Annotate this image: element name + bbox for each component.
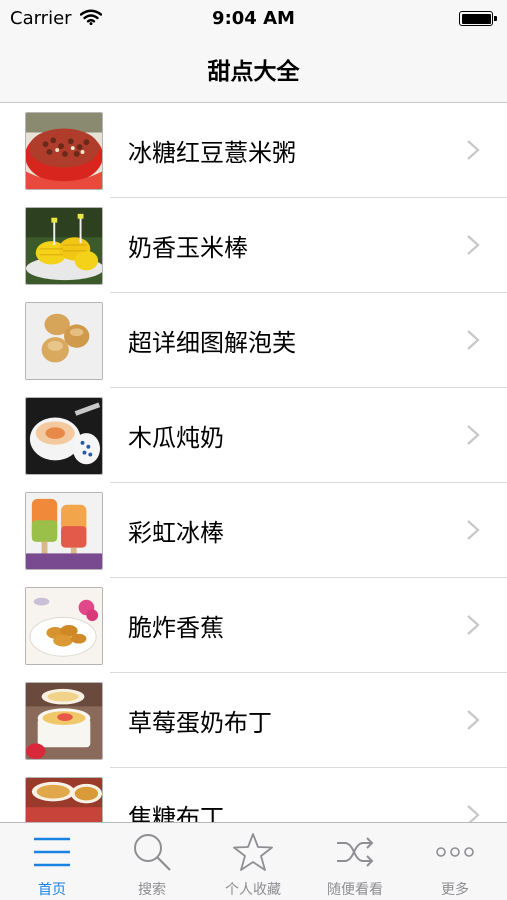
list-item[interactable]: 奶香玉米棒 [0,198,507,293]
tab-label: 更多 [441,882,469,898]
item-label: 草莓蛋奶布丁 [128,709,272,737]
red-bean-porridge-photo [25,112,103,190]
list-item[interactable]: 草莓蛋奶布丁 [0,673,507,768]
clock: 9:04 AM [212,8,295,29]
chevron-right-icon [467,805,480,822]
recipe-list[interactable]: 冰糖红豆薏米粥 奶香玉米棒 超详细图解泡芙 木瓜炖奶 彩虹冰棒 脆炸香蕉 草莓蛋… [0,103,507,822]
shuffle-icon [337,837,374,867]
item-label: 奶香玉米棒 [128,234,248,262]
tab-more[interactable]: 更多 [405,823,505,900]
cream-puff-photo [25,302,103,380]
item-label: 木瓜炖奶 [128,424,224,452]
fried-banana-photo [25,587,103,665]
list-item[interactable]: 脆炸香蕉 [0,578,507,673]
tab-bar: 首页 搜索 个人收藏 随便看看 更多 [0,822,507,900]
corn-cob-photo [25,207,103,285]
item-label: 焦糖布丁 [128,804,224,822]
navigation-bar: 甜点大全 [0,38,507,103]
list-item[interactable]: 超详细图解泡芙 [0,293,507,388]
caramel-pudding-photo [25,777,103,822]
item-label: 超详细图解泡芙 [128,329,296,357]
item-label: 脆炸香蕉 [128,614,224,642]
chevron-right-icon [467,330,480,350]
status-bar: Carrier 9:04 AM [0,0,507,38]
tab-label: 首页 [38,882,66,898]
battery-icon [459,11,497,26]
list-item[interactable]: 焦糖布丁 [0,768,507,822]
chevron-right-icon [467,520,480,540]
item-label: 彩虹冰棒 [128,519,224,547]
list-icon [34,837,70,867]
search-icon [134,834,171,871]
tab-random[interactable]: 随便看看 [305,823,405,900]
list-item[interactable]: 彩虹冰棒 [0,483,507,578]
more-icon [436,847,474,857]
tab-home[interactable]: 首页 [2,823,102,900]
tab-favorites[interactable]: 个人收藏 [203,823,303,900]
list-item[interactable]: 冰糖红豆薏米粥 [0,103,507,198]
rainbow-popsicle-photo [25,492,103,570]
page-title: 甜点大全 [207,59,300,85]
list-item[interactable]: 木瓜炖奶 [0,388,507,483]
item-label: 冰糖红豆薏米粥 [128,139,296,167]
strawberry-pudding-photo [25,682,103,760]
tab-label: 搜索 [138,882,166,898]
star-icon [233,833,273,871]
chevron-right-icon [467,235,480,255]
chevron-right-icon [467,425,480,445]
chevron-right-icon [467,615,480,635]
tab-search[interactable]: 搜索 [102,823,202,900]
tab-label: 个人收藏 [225,882,281,898]
chevron-right-icon [467,140,480,160]
chevron-right-icon [467,710,480,730]
papaya-milk-photo [25,397,103,475]
tab-label: 随便看看 [327,882,383,898]
